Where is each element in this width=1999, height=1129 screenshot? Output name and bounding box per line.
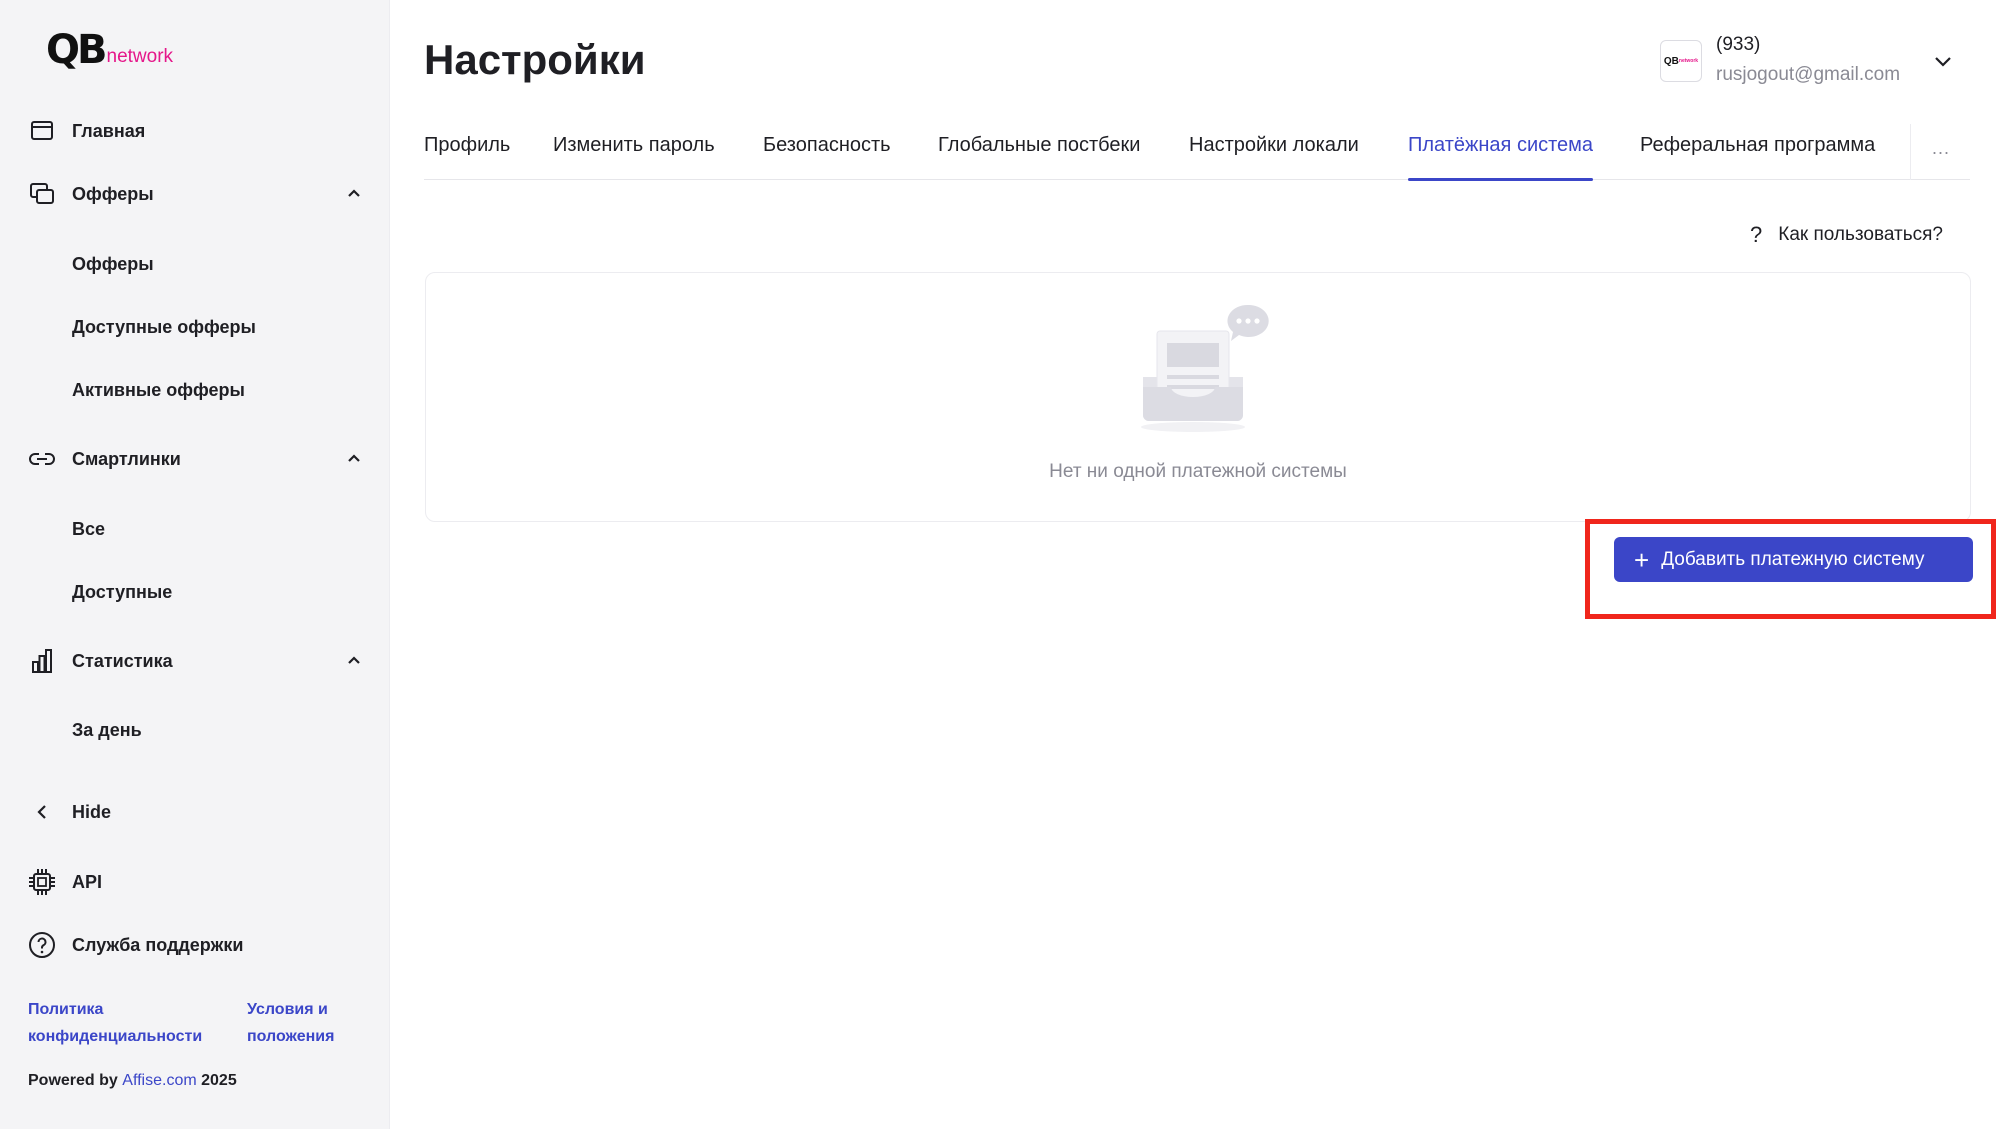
plus-icon: + [1634,544,1650,575]
powered-year: 2025 [201,1072,237,1089]
powered-by: Powered by Affise.com 2025 [28,1072,237,1090]
page-title: Настройки [424,36,646,83]
empty-state-message: Нет ни одной платежной системы [1049,461,1347,482]
tab-security[interactable]: Безопасность [763,134,891,180]
sidebar-subitem-label: Все [72,518,106,539]
sidebar-item-support[interactable]: Служба поддержки [28,925,243,965]
terms-line-1: Условия и [247,1001,328,1018]
link-icon [28,445,56,473]
chevron-up-icon[interactable] [342,447,366,471]
sidebar-item-label: Главная [72,120,146,141]
user-name: (933) [1716,34,1761,55]
powered-prefix: Powered by [28,1072,118,1089]
sidebar-subitem-available[interactable]: Доступные [72,572,172,612]
sidebar-subitem-all[interactable]: Все [72,509,105,549]
offers-stack-icon [28,180,56,208]
sidebar-hide-button[interactable]: Hide [30,792,111,832]
chevron-up-icon[interactable] [342,649,366,673]
how-to-use-link[interactable]: ? Как пользоваться? [1750,222,1943,248]
chevron-left-icon [30,798,54,826]
sidebar-item-offers[interactable]: Офферы [28,174,368,214]
affise-link[interactable]: Affise.com [122,1072,196,1089]
sidebar-subitem-per-day[interactable]: За день [72,710,142,750]
privacy-policy-link[interactable]: Политика конфиденциальности [28,996,228,1050]
terms-line-2: положения [247,1028,335,1045]
hide-label: Hide [72,801,112,822]
help-circle-icon [28,931,56,959]
sidebar-subitem-label: Доступные [72,581,173,602]
sidebar-subitem-offers[interactable]: Офферы [72,244,154,284]
sidebar-item-smartlinks[interactable]: Смартлинки [28,439,368,479]
chip-icon [28,868,56,896]
sidebar-item-statistics[interactable]: Статистика [28,641,368,681]
sidebar-subitem-label: Доступные офферы [72,316,256,337]
tab-payment-system[interactable]: Платёжная система [1408,134,1594,181]
privacy-line-2: конфиденциальности [28,1028,203,1045]
add-payment-system-label: Добавить платежную систему [1661,548,1925,570]
terms-link[interactable]: Условия и положения [247,996,447,1050]
sidebar-subitem-available-offers[interactable]: Доступные офферы [72,307,256,347]
logo-mark: QB [46,27,107,73]
tab-global-postbacks[interactable]: Глобальные постбеки [938,134,1140,180]
tab-referral-program[interactable]: Реферальная программа [1640,134,1875,180]
sidebar-subitem-label: Офферы [72,253,154,274]
add-payment-system-button[interactable]: + Добавить платежную систему [1614,537,1973,582]
privacy-line-1: Политика [28,1001,104,1018]
sidebar-item-label: Офферы [72,183,154,204]
user-email: rusjogout@gmail.com [1716,64,1901,85]
brand-logo[interactable]: QB network [46,26,173,70]
sidebar-subitem-label: За день [72,719,142,740]
bar-chart-icon [28,647,56,675]
sidebar-item-label: Статистика [72,650,173,671]
tabs-more-button[interactable]: ··· [1910,124,1970,180]
payment-systems-empty-state: Нет ни одной платежной системы [425,272,1971,522]
avatar-text: QB [1663,55,1679,67]
tab-change-password[interactable]: Изменить пароль [553,134,715,180]
question-icon: ? [1750,222,1763,247]
sidebar-subitem-label: Активные офферы [72,379,245,400]
empty-inbox-icon [1141,304,1269,432]
user-menu[interactable]: QB network (933) rusjogout@gmail.com [1660,30,1980,90]
logo-suffix: network [106,46,174,67]
avatar-suffix: network [1678,58,1699,64]
sidebar-item-home[interactable]: Главная [28,111,145,151]
how-to-use-label: Как пользоваться? [1778,224,1943,245]
sidebar-item-label: Смартлинки [72,448,181,469]
support-label: Служба поддержки [72,934,244,955]
sidebar-subitem-active-offers[interactable]: Активные офферы [72,370,245,410]
avatar: QB network [1660,40,1702,82]
api-label: API [72,871,103,892]
settings-tabs: Профиль Изменить пароль Безопасность Гло… [424,124,1970,181]
chevron-up-icon[interactable] [342,182,366,206]
tab-profile[interactable]: Профиль [424,134,510,180]
sidebar: QB network Главная Офферы Офферы Доступн… [0,0,390,1129]
sidebar-item-api[interactable]: API [28,862,102,902]
tab-locale-settings[interactable]: Настройки локали [1189,134,1359,180]
chevron-down-icon[interactable] [1930,48,1956,74]
home-window-icon [28,117,56,145]
